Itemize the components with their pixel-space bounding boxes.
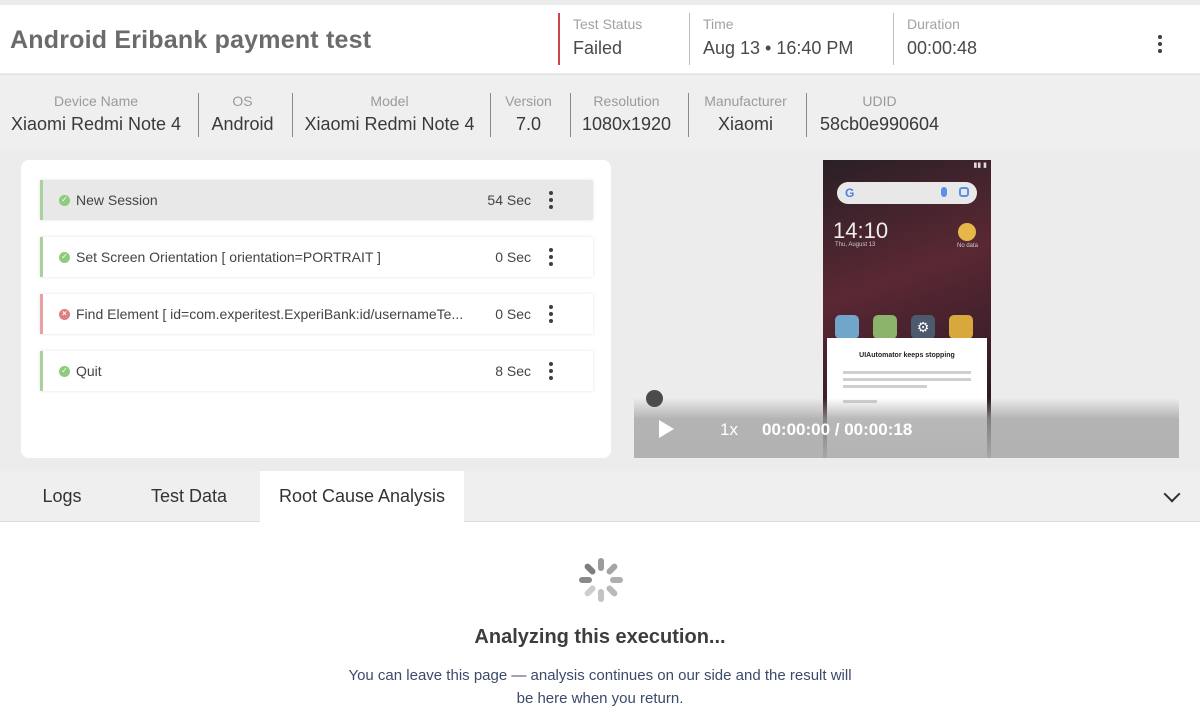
dialog-text-line: [843, 378, 971, 381]
test-time: Time Aug 13 • 16:40 PM: [689, 13, 853, 65]
device-model: Model Xiaomi Redmi Note 4: [292, 93, 486, 137]
test-duration-label: Duration: [907, 16, 960, 32]
phone-date: Thu, August 13: [835, 242, 876, 248]
device-manufacturer-label: Manufacturer: [704, 93, 787, 109]
check-circle-icon: ✓: [59, 365, 70, 377]
device-manufacturer: Manufacturer Xiaomi: [688, 93, 802, 137]
step-options-icon[interactable]: [541, 358, 561, 384]
phone-clock: 14:10: [833, 218, 889, 243]
device-model-label: Model: [370, 93, 409, 109]
phone-search-bar: G: [837, 182, 977, 204]
analysis-message: You can leave this page — analysis conti…: [348, 667, 852, 707]
device-os-value: Android: [211, 114, 274, 134]
scrubber-handle[interactable]: [646, 390, 663, 407]
play-icon[interactable]: [659, 420, 674, 438]
check-circle-icon: ✓: [59, 194, 70, 206]
device-name-label: Device Name: [53, 93, 139, 109]
device-version-value: 7.0: [515, 114, 542, 134]
step-name: New Session: [76, 192, 158, 208]
device-info-bar: Device Name Xiaomi Redmi Note 4 OS Andro…: [0, 74, 1200, 149]
device-resolution-value: 1080x1920: [581, 114, 672, 134]
step-name: Quit: [76, 363, 102, 379]
step-options-icon[interactable]: [541, 244, 561, 270]
video-time: 00:00:00 / 00:00:18: [762, 420, 913, 439]
test-duration-value: 00:00:48: [907, 38, 978, 58]
steps-panel: ✓ New Session 54 Sec ✓ Set Screen Orient…: [21, 160, 611, 458]
device-manufacturer-value: Xiaomi: [717, 114, 774, 134]
tab-root-cause-analysis[interactable]: Root Cause Analysis: [260, 471, 464, 522]
device-os: OS Android: [198, 93, 286, 137]
root-cause-analysis-panel: Analyzing this execution... You can leav…: [0, 522, 1200, 727]
device-udid: UDID 58cb0e990604: [806, 93, 952, 137]
step-item[interactable]: ✓ New Session 54 Sec: [40, 180, 593, 220]
step-duration: 0 Sec: [495, 249, 531, 265]
app-icon: [835, 315, 859, 339]
playback-speed[interactable]: 1x: [720, 420, 738, 440]
device-name-value: Xiaomi Redmi Note 4: [10, 114, 182, 134]
chevron-down-icon[interactable]: [1163, 485, 1181, 503]
device-resolution-label: Resolution: [593, 93, 660, 109]
weather-icon: [958, 223, 976, 241]
step-duration: 54 Sec: [487, 192, 531, 208]
check-circle-icon: ✓: [59, 251, 70, 263]
step-item[interactable]: ✓ Set Screen Orientation [ orientation=P…: [40, 237, 593, 277]
test-status: Test Status Failed: [558, 13, 642, 65]
test-time-label: Time: [703, 16, 734, 32]
tab-logs[interactable]: Logs: [23, 471, 101, 522]
dialog-text-line: [843, 385, 927, 388]
device-name: Device Name Xiaomi Redmi Note 4: [8, 93, 184, 137]
device-version-label: Version: [505, 93, 552, 109]
device-os-label: OS: [232, 93, 253, 109]
test-time-value: Aug 13 • 16:40 PM: [703, 38, 854, 58]
step-duration: 8 Sec: [495, 363, 531, 379]
step-duration: 0 Sec: [495, 306, 531, 322]
analysis-title: Analyzing this execution...: [474, 626, 726, 648]
tab-test-data[interactable]: Test Data: [129, 471, 249, 522]
loading-spinner-icon: [579, 558, 623, 602]
page-title: Android Eribank payment test: [10, 26, 372, 54]
step-name: Find Element [ id=com.experitest.ExperiB…: [76, 306, 464, 322]
settings-app-icon: ⚙: [911, 315, 935, 339]
step-item[interactable]: ✓ Quit 8 Sec: [40, 351, 593, 391]
test-status-label: Test Status: [573, 16, 643, 32]
test-status-value: Failed: [573, 38, 623, 58]
phone-app-row: ⚙: [835, 315, 973, 339]
device-udid-label: UDID: [862, 93, 897, 109]
results-tabs: Logs Test Data Root Cause Analysis: [0, 471, 1200, 522]
phone-weather: No data: [957, 243, 979, 249]
mic-icon: [941, 187, 947, 197]
dialog-text-line: [843, 371, 971, 374]
test-duration: Duration 00:00:48: [893, 13, 977, 65]
phone-status-bar: ▮▮ ▮: [973, 162, 987, 169]
device-model-value: Xiaomi Redmi Note 4: [304, 114, 475, 134]
device-resolution: Resolution 1080x1920: [570, 93, 682, 137]
device-version: Version 7.0: [490, 93, 566, 137]
step-options-icon[interactable]: [541, 301, 561, 327]
video-player[interactable]: ▮▮ ▮ G 14:10 Thu, August 13 No data ⚙ UI…: [634, 160, 1179, 458]
test-header: Android Eribank payment test Test Status…: [0, 5, 1200, 73]
device-udid-value: 58cb0e990604: [819, 114, 940, 134]
step-item[interactable]: × Find Element [ id=com.experitest.Exper…: [40, 294, 593, 334]
google-g-icon: G: [845, 186, 855, 200]
error-circle-icon: ×: [59, 308, 70, 320]
phone-dialog-title: UIAutomator keeps stopping: [859, 352, 955, 359]
lens-icon: [959, 187, 969, 197]
step-options-icon[interactable]: [541, 187, 561, 213]
video-controls: 1x 00:00:00 / 00:00:18: [634, 390, 1179, 458]
app-icon: [873, 315, 897, 339]
app-icon: [949, 315, 973, 339]
step-name: Set Screen Orientation [ orientation=POR…: [76, 249, 381, 265]
more-options-icon[interactable]: [1150, 31, 1170, 57]
